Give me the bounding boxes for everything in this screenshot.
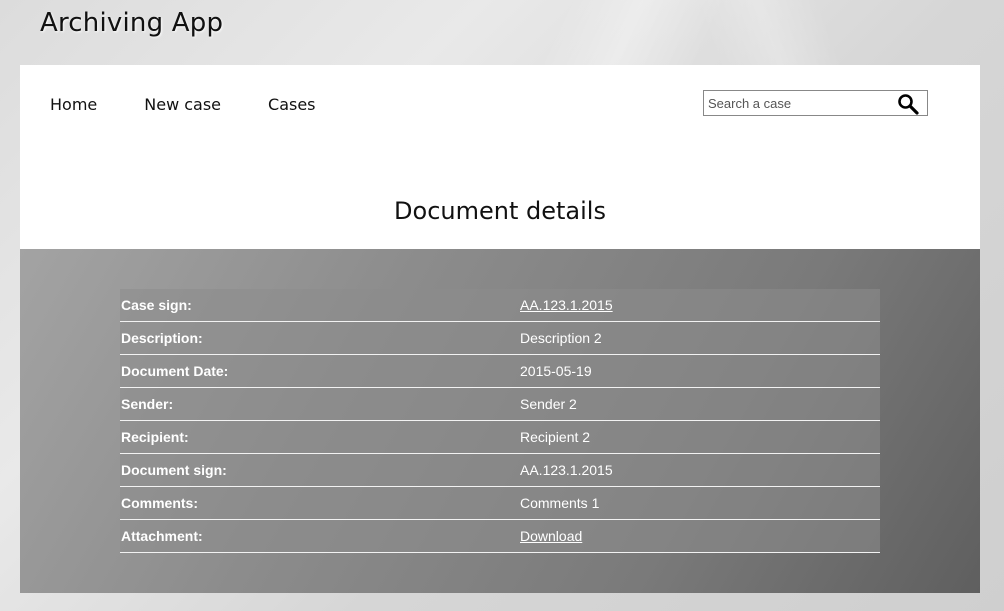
search-input[interactable] xyxy=(708,94,888,112)
main-nav: Home New case Cases xyxy=(50,95,363,114)
document-date-value: 2015-05-19 xyxy=(520,363,592,379)
nav-item-new-case[interactable]: New case xyxy=(144,95,221,114)
case-sign-link[interactable]: AA.123.1.2015 xyxy=(520,297,613,313)
document-date-label: Document Date: xyxy=(121,363,229,379)
attachment-value: Download xyxy=(520,528,880,544)
comments-label: Comments: xyxy=(121,495,199,511)
detail-row-document-date: Document Date: 2015-05-19 xyxy=(120,355,880,388)
recipient-label: Recipient: xyxy=(121,429,189,445)
recipient-value: Recipient 2 xyxy=(520,429,591,445)
comments-value: Comments 1 xyxy=(520,495,600,511)
nav-item-cases[interactable]: Cases xyxy=(268,95,316,114)
detail-row-recipient: Recipient: Recipient 2 xyxy=(120,421,880,454)
detail-row-sender: Sender: Sender 2 xyxy=(120,388,880,421)
sender-value: Sender 2 xyxy=(520,396,577,412)
sender-label: Sender: xyxy=(121,396,174,412)
document-sign-value: AA.123.1.2015 xyxy=(520,462,613,478)
detail-row-description: Description: Description 2 xyxy=(120,322,880,355)
page-title: Document details xyxy=(394,197,606,225)
description-value: Description 2 xyxy=(520,330,602,346)
search-button[interactable] xyxy=(897,93,919,115)
content-panel: Case sign: AA.123.1.2015 Description: De… xyxy=(20,249,980,593)
description-label: Description: xyxy=(121,330,203,346)
case-sign-label: Case sign: xyxy=(121,297,192,313)
header-panel: Home New case Cases Document details xyxy=(20,65,980,249)
magnifier-icon xyxy=(898,94,919,115)
detail-row-document-sign: Document sign: AA.123.1.2015 xyxy=(120,454,880,487)
case-sign-value: AA.123.1.2015 xyxy=(520,297,880,313)
detail-row-case-sign: Case sign: AA.123.1.2015 xyxy=(120,289,880,322)
download-link[interactable]: Download xyxy=(520,528,582,544)
search-box xyxy=(703,90,928,116)
app-title: Archiving App xyxy=(40,8,224,38)
document-details-table: Case sign: AA.123.1.2015 Description: De… xyxy=(120,289,880,553)
document-sign-label: Document sign: xyxy=(121,462,227,478)
detail-row-attachment: Attachment: Download xyxy=(120,520,880,553)
detail-row-comments: Comments: Comments 1 xyxy=(120,487,880,520)
attachment-label: Attachment: xyxy=(121,528,203,544)
nav-item-home[interactable]: Home xyxy=(50,95,97,114)
